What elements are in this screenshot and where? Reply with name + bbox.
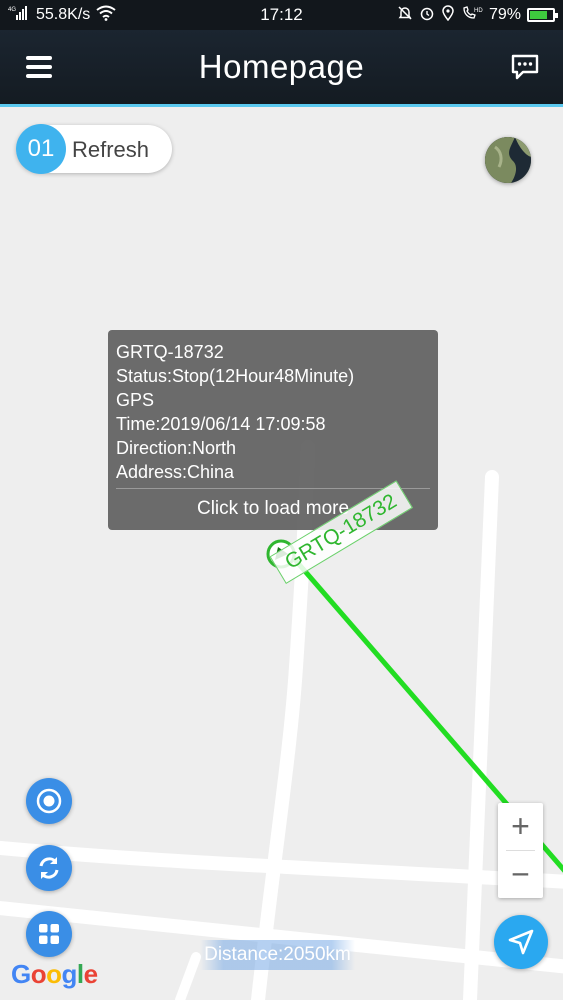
mute-bell-icon <box>397 5 413 26</box>
network-speed: 55.8K/s <box>36 6 91 23</box>
info-address: Address:China <box>116 462 235 482</box>
sync-icon <box>39 857 59 879</box>
zoom-in-button[interactable]: + <box>498 803 543 850</box>
refresh-button[interactable]: 01 Refresh <box>16 124 172 174</box>
map-type-satellite-button[interactable] <box>485 137 531 183</box>
message-icon[interactable] <box>511 54 539 80</box>
info-plate: GRTQ-18732 <box>116 342 224 362</box>
rotate-button[interactable] <box>26 845 72 891</box>
navigation-arrow-icon <box>508 929 534 955</box>
app-header: Homepage <box>0 30 563 104</box>
hd-call-icon: HD <box>461 5 483 26</box>
signal-icon: 4G <box>8 5 30 26</box>
refresh-label: Refresh <box>72 137 150 162</box>
target-icon <box>36 788 62 814</box>
svg-text:HD: HD <box>474 8 483 14</box>
alarm-icon <box>419 5 435 26</box>
battery-icon <box>527 8 558 22</box>
info-positioning: GPS <box>116 390 155 410</box>
zoom-control: + − <box>498 803 543 898</box>
distance-readout: Distance:2050km <box>200 940 355 970</box>
battery-fill <box>530 11 548 19</box>
grid-icon <box>39 924 59 944</box>
info-direction: Direction:North <box>116 438 237 458</box>
navigate-button[interactable] <box>494 915 548 969</box>
map-view[interactable]: 01 Refresh GRTQ-18732 Status:Stop(12Hour… <box>0 107 563 1000</box>
google-logo: Google <box>11 959 98 989</box>
svg-text:4G: 4G <box>8 7 16 13</box>
status-bar: 4G 55.8K/s 17:12 HD 79% <box>0 0 563 30</box>
info-time: Time:2019/06/14 17:09:58 <box>116 414 326 434</box>
zoom-out-button[interactable]: − <box>498 851 543 898</box>
battery-percent: 79% <box>488 6 521 23</box>
info-status: Status:Stop(12Hour48Minute) <box>116 366 355 386</box>
satellite-thumbnail-icon <box>485 137 531 183</box>
menu-icon[interactable] <box>26 56 52 78</box>
wifi-icon <box>96 5 116 26</box>
apps-button[interactable] <box>26 911 72 957</box>
location-icon <box>441 4 455 26</box>
refresh-countdown: 01 <box>16 124 66 174</box>
locate-button[interactable] <box>26 778 72 824</box>
page-title: Homepage <box>198 48 365 85</box>
